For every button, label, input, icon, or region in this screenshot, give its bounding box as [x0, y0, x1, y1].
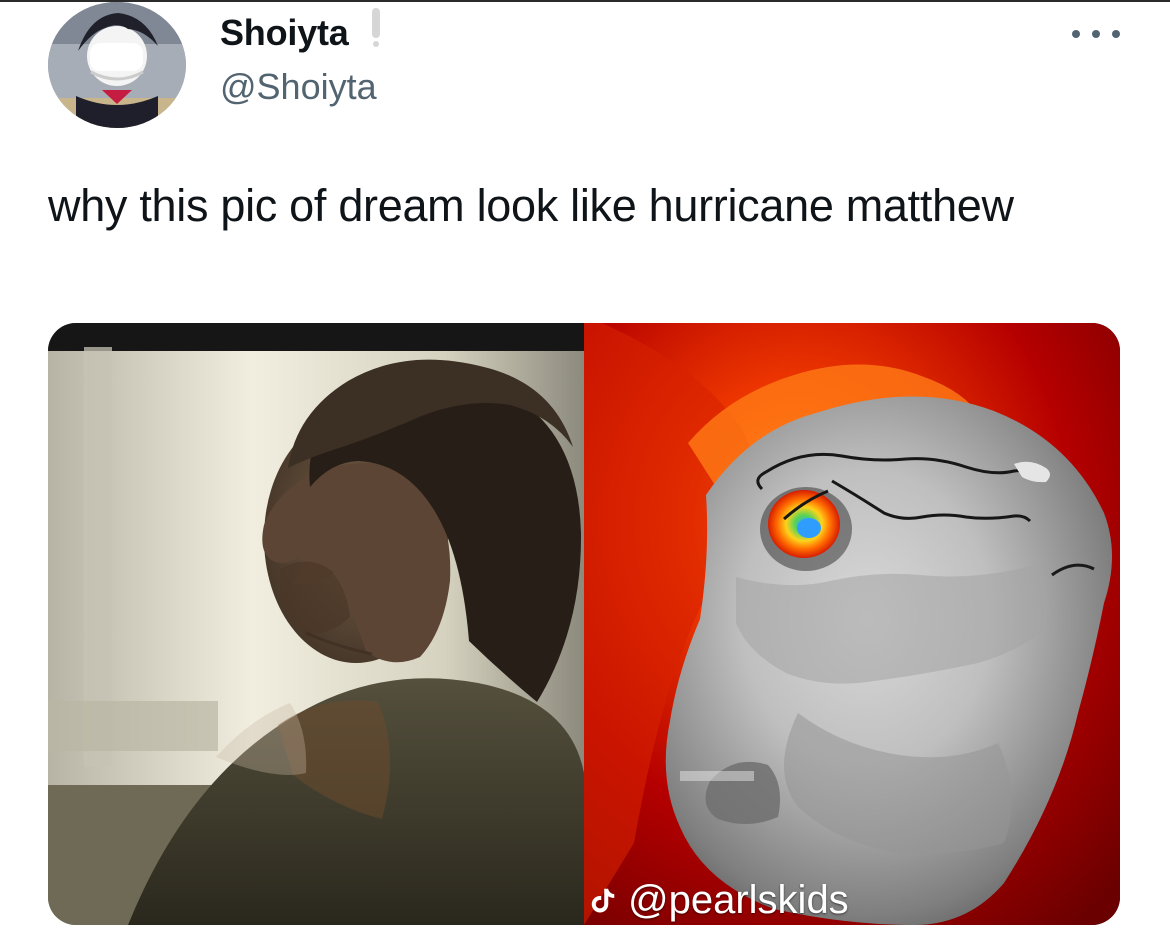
tiktok-watermark: @pearlskids — [590, 876, 849, 924]
top-divider — [0, 0, 1170, 2]
name-separator — [372, 8, 380, 38]
author-display-name[interactable]: Shoiyta — [220, 12, 349, 54]
more-horizontal-icon — [1072, 30, 1080, 38]
more-options-button[interactable] — [1072, 22, 1120, 46]
watermark-text: @pearlskids — [628, 878, 849, 922]
media-satellite-hurricane[interactable] — [584, 323, 1120, 925]
author-handle[interactable]: @Shoiyta — [220, 66, 377, 108]
media-photo-portrait[interactable] — [48, 323, 584, 925]
post-text: why this pic of dream look like hurrican… — [48, 180, 1014, 231]
more-horizontal-icon — [1112, 30, 1120, 38]
more-horizontal-icon — [1092, 30, 1100, 38]
avatar[interactable] — [48, 2, 186, 128]
name-separator-dot — [373, 41, 379, 47]
post-media-grid — [48, 323, 1120, 925]
tiktok-icon — [591, 888, 615, 913]
